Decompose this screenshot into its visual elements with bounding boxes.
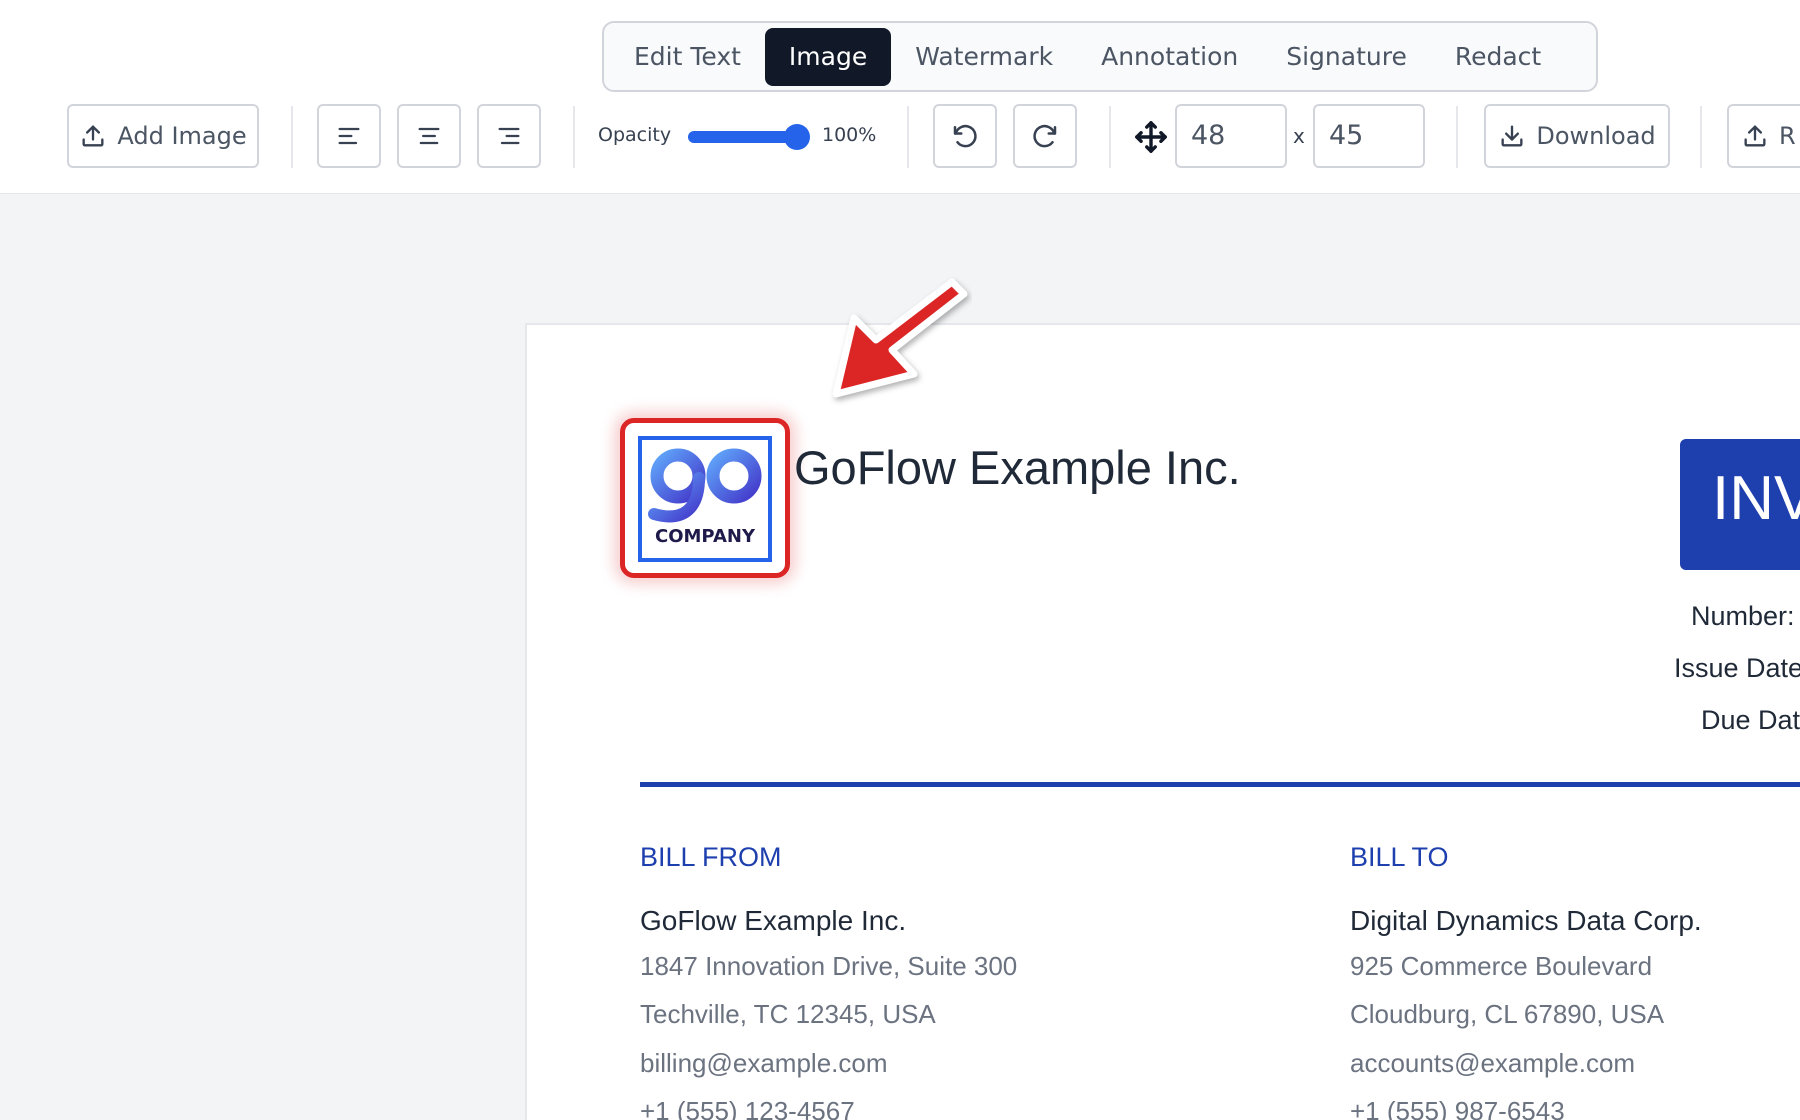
bill-to-heading: BILL TO [1350, 842, 1449, 872]
bill-to-name: Digital Dynamics Data Corp. [1350, 905, 1702, 936]
bill-to-address2: Cloudburg, CL 67890, USA [1350, 999, 1665, 1029]
rotate-left-button[interactable] [933, 104, 997, 168]
align-left-icon [338, 127, 360, 145]
opacity-slider[interactable] [688, 124, 810, 150]
rotate-right-button[interactable] [1013, 104, 1077, 168]
header-divider [640, 782, 1800, 787]
invoice-badge: INV [1680, 439, 1800, 570]
toolbar-divider [573, 106, 575, 168]
align-right-icon [498, 127, 520, 145]
toolbar-divider [291, 106, 293, 168]
invoice-number-label: Number: [1691, 601, 1795, 631]
toolbar-divider [1109, 106, 1111, 168]
add-image-button[interactable]: Add Image [67, 104, 259, 168]
upload-icon [1744, 125, 1766, 147]
company-logo-image[interactable]: COMPANY [638, 436, 772, 562]
toolbar-divider [1700, 106, 1702, 168]
upload-icon [82, 125, 104, 147]
tab-signature[interactable]: Signature [1262, 28, 1431, 86]
editor-toolbar: Edit Text Image Watermark Annotation Sig… [0, 0, 1800, 194]
bill-to-phone: +1 (555) 987-6543 [1350, 1096, 1565, 1120]
height-input[interactable]: 45 [1313, 104, 1425, 168]
dimension-separator: x [1293, 124, 1305, 148]
replace-image-button[interactable]: R [1727, 104, 1800, 168]
bill-from-phone: +1 (555) 123-4567 [640, 1096, 855, 1120]
align-left-button[interactable] [317, 104, 381, 168]
opacity-value: 100% [822, 124, 877, 146]
rotate-left-icon [953, 124, 977, 148]
move-icon[interactable] [1134, 120, 1168, 154]
issue-date-label: Issue Date [1674, 653, 1800, 683]
tab-image[interactable]: Image [764, 27, 892, 86]
download-button[interactable]: Download [1484, 104, 1670, 168]
download-label: Download [1536, 122, 1656, 150]
tab-redact[interactable]: Redact [1431, 28, 1565, 86]
pointer-arrow-icon [832, 278, 968, 398]
bill-from-address2: Techville, TC 12345, USA [640, 999, 936, 1029]
opacity-label: Opacity [598, 124, 672, 146]
bill-to-address1: 925 Commerce Boulevard [1350, 951, 1653, 981]
align-right-button[interactable] [477, 104, 541, 168]
toolbar-divider [1456, 106, 1458, 168]
align-center-button[interactable] [397, 104, 461, 168]
company-title: GoFlow Example Inc. [794, 441, 1241, 494]
tab-annotation[interactable]: Annotation [1077, 28, 1262, 86]
download-icon [1501, 125, 1523, 147]
logo-wordmark: COMPANY [655, 526, 755, 547]
width-input[interactable]: 48 [1175, 104, 1287, 168]
toolbar-divider [907, 106, 909, 168]
bill-from-heading: BILL FROM [640, 842, 782, 872]
bill-from-email: billing@example.com [640, 1048, 888, 1078]
invoice-badge-text: INV [1712, 464, 1800, 533]
image-tools-row: Add Image Opacity 100% 48 x 45 Download … [0, 104, 1800, 170]
tab-watermark[interactable]: Watermark [891, 28, 1077, 86]
due-date-label: Due Dat [1701, 705, 1800, 735]
tab-edit-text[interactable]: Edit Text [610, 28, 765, 86]
add-image-label: Add Image [117, 122, 247, 150]
bill-from-address1: 1847 Innovation Drive, Suite 300 [640, 951, 1018, 981]
mode-tabs: Edit Text Image Watermark Annotation Sig… [602, 21, 1598, 92]
go-logo-mark [648, 448, 762, 523]
bill-to-email: accounts@example.com [1350, 1048, 1636, 1078]
align-center-icon [418, 127, 440, 145]
replace-image-label: R [1779, 122, 1796, 150]
bill-from-name: GoFlow Example Inc. [640, 905, 907, 936]
opacity-slider-thumb[interactable] [784, 124, 810, 150]
rotate-right-icon [1033, 124, 1057, 148]
